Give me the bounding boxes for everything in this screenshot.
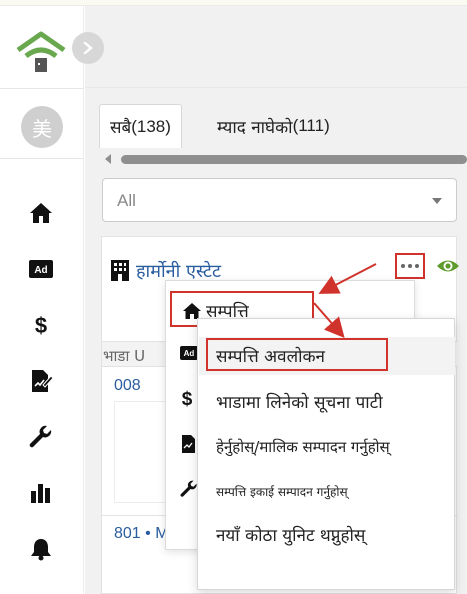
filter-value: All	[117, 191, 136, 210]
edit-document-icon[interactable]	[28, 368, 54, 394]
submenu-view-edit-owner[interactable]: हेर्नुहोस्/मालिक सम्पादन गर्नुहोस्	[216, 437, 390, 457]
tab-overdue-label: म्याद नाघेको	[217, 117, 293, 138]
wrench-icon[interactable]	[180, 480, 198, 498]
more-dots-icon	[401, 264, 419, 268]
building-icon	[111, 260, 129, 281]
sidebar-divider	[0, 158, 84, 159]
logo-icon[interactable]	[14, 28, 68, 76]
submenu-edit-property-unit[interactable]: सम्पत्ति इकाई सम्पादन गर्नुहोस्	[216, 483, 348, 500]
edit-document-icon[interactable]	[180, 434, 198, 454]
svg-text:Ad: Ad	[34, 265, 47, 276]
wrench-icon[interactable]	[28, 424, 54, 450]
bar-chart-icon[interactable]	[28, 480, 54, 506]
tab-overdue[interactable]: म्याद नाघेको (111)	[207, 104, 340, 148]
submenu-tenant-notice-board[interactable]: भाडामा लिनेको सूचना पाटी	[216, 390, 383, 413]
unit-number[interactable]: 008	[114, 377, 141, 395]
tab-all-label: सबै	[110, 118, 132, 138]
eye-icon[interactable]	[436, 257, 460, 275]
sidebar: 美 Ad $	[0, 6, 84, 594]
scroll-thumb[interactable]	[121, 155, 467, 164]
property-overview-highlight	[206, 338, 388, 371]
header	[85, 6, 467, 88]
tab-all[interactable]: सबै (138)	[99, 104, 182, 148]
tab-overdue-count: (111)	[292, 116, 330, 135]
dollar-icon[interactable]: $	[28, 312, 54, 338]
ad-icon[interactable]: Ad	[180, 346, 198, 360]
bell-icon[interactable]	[28, 536, 54, 562]
sidebar-divider	[0, 88, 84, 89]
horizontal-scrollbar[interactable]	[101, 152, 467, 166]
home-icon[interactable]	[28, 200, 54, 226]
ad-icon[interactable]: Ad	[28, 256, 54, 282]
tab-all-count: (138)	[131, 116, 171, 136]
dollar-icon[interactable]: $	[180, 388, 194, 408]
scroll-left-icon[interactable]	[103, 153, 113, 165]
collapse-sidebar-button[interactable]	[72, 32, 104, 64]
svg-text:$: $	[35, 313, 47, 337]
svg-text:$: $	[182, 389, 193, 408]
rent-units-label: भाडा U	[103, 347, 146, 365]
filter-select[interactable]: All	[102, 178, 457, 222]
svg-text:Ad: Ad	[184, 349, 195, 358]
avatar[interactable]: 美	[21, 106, 63, 148]
more-options-button[interactable]	[395, 253, 425, 279]
submenu-add-room-unit[interactable]: नयाँ कोठा युनिट थप्नुहोस्	[216, 523, 365, 546]
chevron-down-icon	[432, 198, 442, 204]
